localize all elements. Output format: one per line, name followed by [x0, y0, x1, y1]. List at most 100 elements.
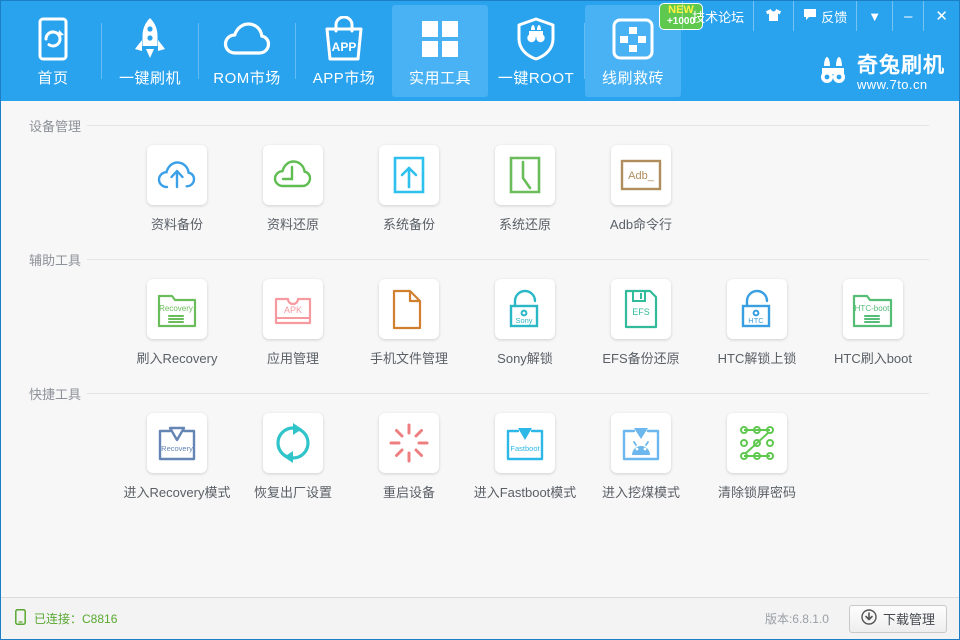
adb-text: Adb_ [628, 170, 655, 182]
section-device-management: 设备管理 资料备份 [1, 101, 959, 233]
download-icon [861, 609, 877, 628]
tile-sony-unlock[interactable]: Sony Sony解锁 [467, 279, 583, 367]
shield-rabbit-icon [514, 15, 558, 63]
tile-app-management[interactable]: APK 应用管理 [235, 279, 351, 367]
status-bar: 已连接：C8816 版本:6.8.1.0 下载管理 [1, 597, 959, 639]
tile-factory-reset[interactable]: 恢复出厂设置 [235, 413, 351, 501]
nav-item-app-market[interactable]: APP APP市场 [296, 5, 392, 97]
tile-data-restore[interactable]: 资料还原 [235, 145, 351, 233]
brand-name: 奇兔刷机 [857, 55, 945, 77]
nav-item-one-key-root[interactable]: 一键ROOT [488, 5, 584, 97]
tray-recovery-icon: Recovery [147, 413, 207, 473]
section-title: 设备管理 [29, 116, 87, 135]
section-title: 快捷工具 [29, 384, 87, 403]
tile-htc-flash-boot[interactable]: HTC-boot HTC刷入boot [815, 279, 931, 367]
tech-forum-label: 技术论坛 [692, 7, 744, 26]
rabbit-logo-icon [816, 54, 850, 93]
tile-grid: Recovery 刷入Recovery APK 应用管理 [1, 279, 959, 367]
download-manager-label: 下载管理 [883, 609, 935, 628]
tile-grid: 资料备份 资料还原 [1, 145, 959, 233]
close-button[interactable]: ✕ [923, 1, 959, 31]
brand-url: www.7to.cn [857, 77, 945, 93]
efs-text: EFS [632, 307, 650, 317]
box-arrow-down-icon [495, 145, 555, 205]
tray-android-icon [611, 413, 671, 473]
tile-label: 进入Recovery模式 [124, 482, 231, 501]
nav-item-useful-tools[interactable]: 实用工具 [392, 5, 488, 97]
tile-reboot-device[interactable]: 重启设备 [351, 413, 467, 501]
cloud-icon [221, 15, 273, 63]
tile-label: 进入Fastboot模式 [474, 482, 577, 501]
tile-label: HTC解锁上锁 [718, 348, 797, 367]
section-header: 快捷工具 [1, 383, 959, 403]
htcboot-text: HTC-boot [855, 304, 890, 313]
tile-label: HTC刷入boot [834, 348, 912, 367]
tile-enter-recovery-mode[interactable]: Recovery 进入Recovery模式 [119, 413, 235, 501]
nav-item-one-key-flash[interactable]: 一键刷机 [102, 5, 198, 97]
rocket-icon [130, 15, 170, 63]
tile-efs-backup-restore[interactable]: EFS EFS备份还原 [583, 279, 699, 367]
tile-label: EFS备份还原 [602, 348, 679, 367]
fastboot-text: Fastboot [510, 444, 540, 453]
refresh-cycle-icon [263, 413, 323, 473]
tshirt-button[interactable] [753, 1, 793, 31]
tile-phone-file-manager[interactable]: 手机文件管理 [351, 279, 467, 367]
more-menu-button[interactable]: ▼ [856, 1, 892, 31]
brand-text: 奇兔刷机 www.7to.cn [857, 55, 945, 93]
section-divider [87, 393, 929, 394]
tshirt-icon [765, 8, 782, 25]
tile-data-backup[interactable]: 资料备份 [119, 145, 235, 233]
feedback-button[interactable]: 反馈 [793, 1, 856, 31]
tile-adb-console[interactable]: Adb_ Adb命令行 [583, 145, 699, 233]
window-controls: 技术论坛 反馈 ▼ – [682, 1, 959, 31]
nav-item-flash-rescue[interactable]: 线刷救砖 NEW +1000 [585, 5, 681, 97]
tile-label: 刷入Recovery [137, 348, 218, 367]
sunburst-icon [379, 413, 439, 473]
htc-text: HTC [748, 316, 764, 325]
minimize-button[interactable]: – [892, 1, 923, 31]
folder-recovery-icon: Recovery [147, 279, 207, 339]
tile-label: Sony解锁 [497, 348, 553, 367]
adb-console-icon: Adb_ [611, 145, 671, 205]
tile-enter-digging-mode[interactable]: 进入挖煤模式 [583, 413, 699, 501]
nav-label: ROM市场 [213, 67, 281, 88]
main-content: 设备管理 资料备份 [1, 101, 959, 597]
tile-label: 系统备份 [383, 214, 435, 233]
section-header: 辅助工具 [1, 249, 959, 269]
brand-logo: 奇兔刷机 www.7to.cn [816, 54, 945, 93]
tile-grid: Recovery 进入Recovery模式 恢复出厂设置 [1, 413, 959, 501]
app-window: 首页 一键刷机 [0, 0, 960, 640]
tile-system-backup[interactable]: 系统备份 [351, 145, 467, 233]
download-manager-button[interactable]: 下载管理 [849, 605, 947, 633]
tile-label: Adb命令行 [610, 214, 672, 233]
grid-squares-icon [420, 15, 460, 63]
svg-text:APP: APP [332, 40, 357, 54]
nav-label: APP市场 [313, 67, 376, 88]
dpad-icon [612, 15, 654, 63]
close-icon: ✕ [935, 7, 948, 25]
feedback-label: 反馈 [821, 7, 847, 26]
main-navigation: 首页 一键刷机 [1, 1, 681, 101]
nav-label: 一键刷机 [119, 67, 181, 88]
tile-system-restore[interactable]: 系统还原 [467, 145, 583, 233]
tile-htc-unlock-lock[interactable]: HTC HTC解锁上锁 [699, 279, 815, 367]
tech-forum-button[interactable]: 技术论坛 [682, 1, 753, 31]
section-title: 辅助工具 [29, 250, 87, 269]
section-divider [87, 125, 929, 126]
recovery-text: Recovery [161, 444, 193, 453]
tile-clear-lock-password[interactable]: 清除锁屏密码 [699, 413, 815, 501]
section-divider [87, 259, 929, 260]
phone-icon [15, 609, 26, 628]
floppy-efs-icon: EFS [611, 279, 671, 339]
connection-label: 已连接：C8816 [34, 610, 117, 627]
tile-flash-recovery[interactable]: Recovery 刷入Recovery [119, 279, 235, 367]
nav-item-home[interactable]: 首页 [5, 5, 101, 97]
tile-label: 恢复出厂设置 [254, 482, 332, 501]
phone-refresh-icon [36, 15, 70, 63]
minimize-icon: – [904, 8, 912, 25]
nav-item-rom-market[interactable]: ROM市场 [199, 5, 295, 97]
tile-label: 重启设备 [383, 482, 435, 501]
tile-enter-fastboot-mode[interactable]: Fastboot 进入Fastboot模式 [467, 413, 583, 501]
box-arrow-up-icon [379, 145, 439, 205]
app-header: 首页 一键刷机 [1, 1, 959, 101]
